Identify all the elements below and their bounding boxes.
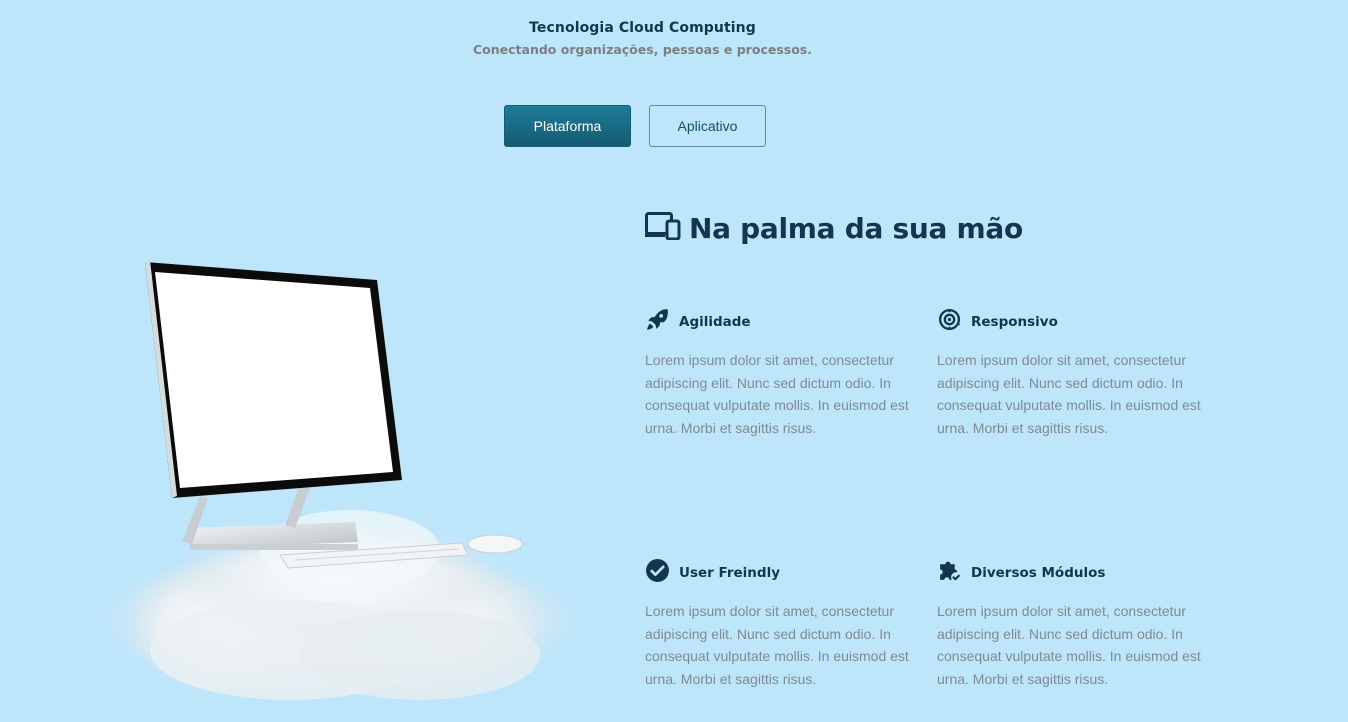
mouse	[467, 534, 523, 554]
puzzle-check-icon	[937, 558, 962, 588]
feature-description: Lorem ipsum dolor sit amet, consectetur …	[937, 603, 1201, 687]
page-title: Tecnologia Cloud Computing	[529, 20, 756, 36]
page-subtitle: Conectando organizações, pessoas e proce…	[473, 42, 812, 57]
section-heading-text: Na palma da sua mão	[689, 212, 1023, 245]
section-heading: Na palma da sua mão	[645, 212, 1023, 245]
tab-bar: Plataforma Aplicativo	[504, 105, 766, 147]
feature-diversos-modulos: Diversos Módulos Lorem ipsum dolor sit a…	[937, 560, 1207, 690]
computer-monitor	[145, 260, 402, 498]
check-circle-icon	[645, 558, 670, 588]
tab-aplicativo[interactable]: Aplicativo	[649, 105, 766, 147]
feature-title: User Freindly	[679, 565, 781, 581]
feature-title: Diversos Módulos	[971, 565, 1106, 581]
tab-plataforma[interactable]: Plataforma	[504, 105, 631, 147]
page-header: Tecnologia Cloud Computing Conectando or…	[0, 20, 1285, 57]
feature-responsivo: Responsivo Lorem ipsum dolor sit amet, c…	[937, 307, 1207, 439]
devices-icon	[645, 212, 681, 245]
feature-description: Lorem ipsum dolor sit amet, consectetur …	[937, 352, 1201, 436]
feature-description: Lorem ipsum dolor sit amet, consectetur …	[645, 352, 909, 436]
feature-title: Agilidade	[679, 314, 751, 330]
computer-cloud-illustration	[95, 260, 585, 700]
feature-user-friendly: User Freindly Lorem ipsum dolor sit amet…	[645, 558, 915, 690]
feature-description: Lorem ipsum dolor sit amet, consectetur …	[645, 603, 909, 687]
gear-sync-icon	[937, 307, 962, 337]
rocket-icon	[645, 307, 670, 337]
feature-agilidade: Agilidade Lorem ipsum dolor sit amet, co…	[645, 309, 915, 439]
feature-title: Responsivo	[971, 314, 1058, 330]
